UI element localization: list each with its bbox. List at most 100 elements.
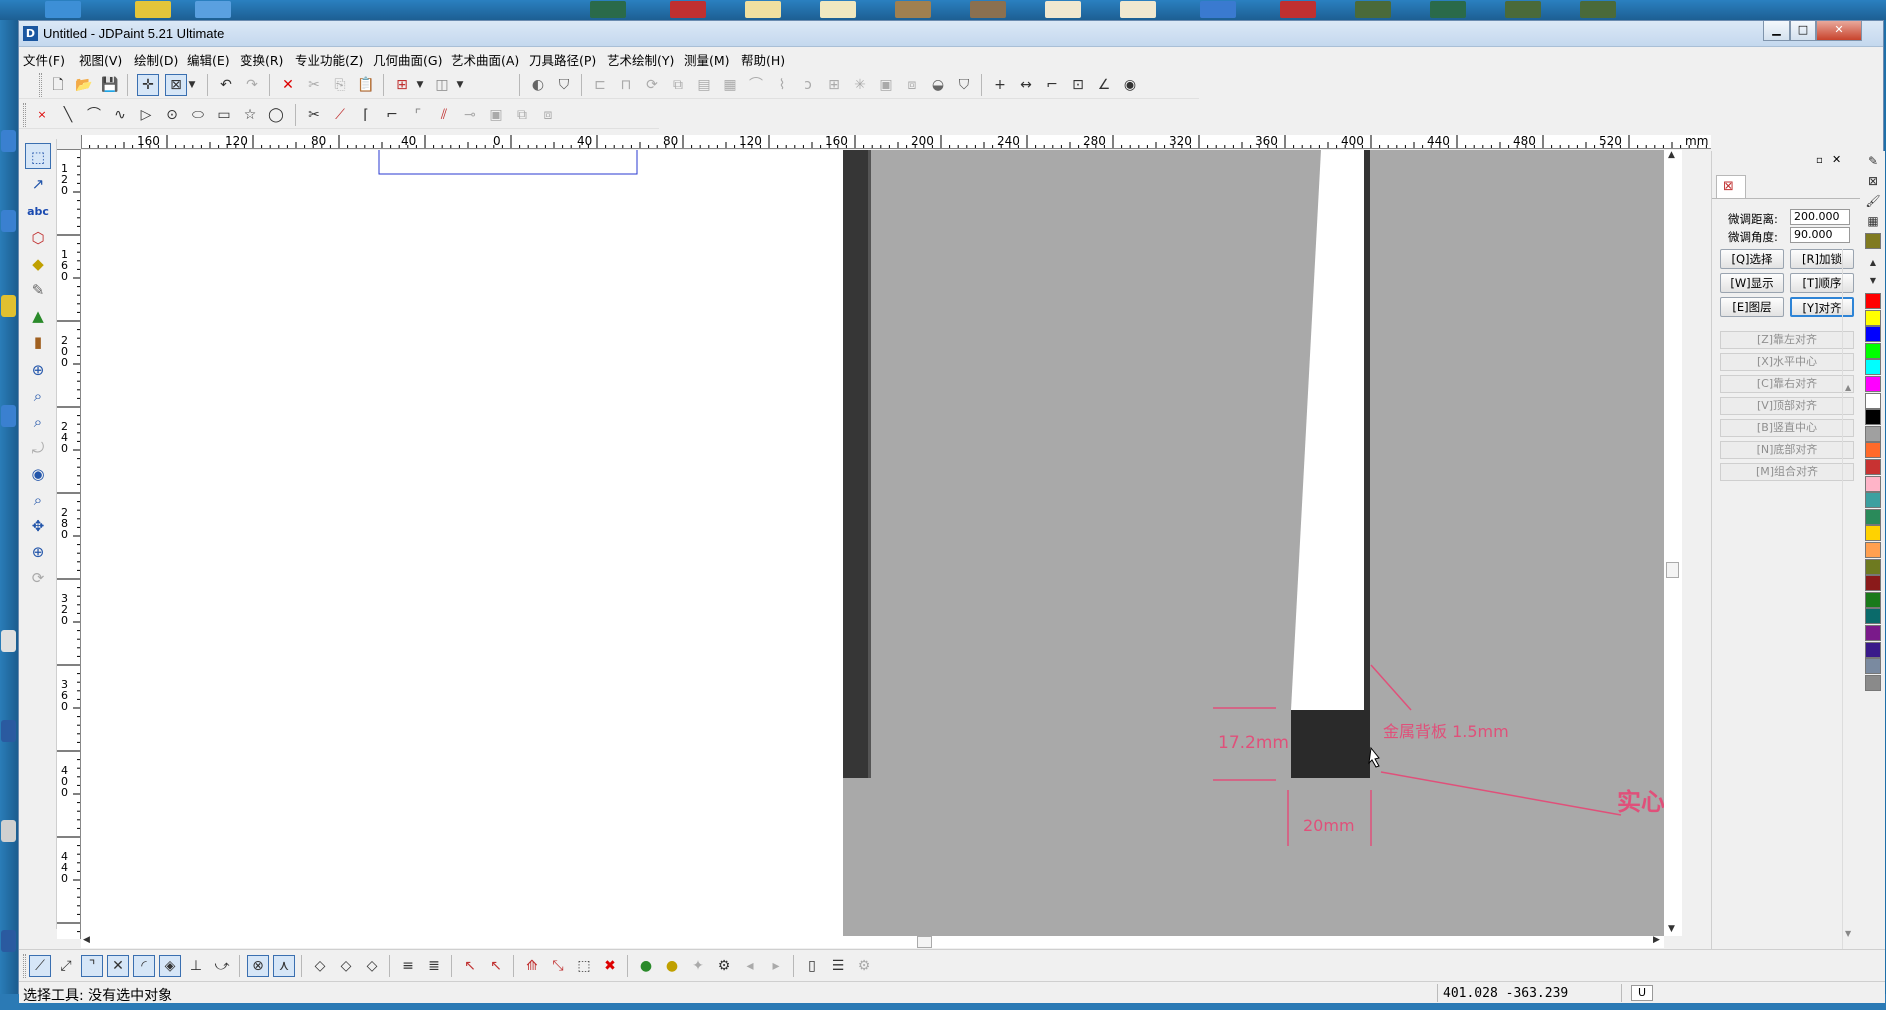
scrollbar-thumb[interactable]: [1666, 562, 1679, 578]
color-swatch[interactable]: [1865, 475, 1881, 492]
menu-file[interactable]: 文件(F): [23, 50, 65, 69]
color-swatch[interactable]: [1865, 442, 1881, 459]
display-button[interactable]: [W]显示: [1720, 273, 1784, 293]
desktop-app-icon[interactable]: [1430, 1, 1466, 18]
ruler-tool-icon[interactable]: ▮: [25, 329, 51, 355]
dimension-icon[interactable]: ↔: [1015, 74, 1037, 96]
panel-close-icon[interactable]: ✕: [1832, 153, 1841, 166]
toolbar-grip[interactable]: [39, 73, 42, 97]
snap-intersect-icon[interactable]: ✕: [107, 955, 129, 977]
settings-icon[interactable]: ⚙: [853, 955, 875, 977]
menu-art-surface[interactable]: 艺术曲面(A): [451, 50, 519, 69]
circle-icon[interactable]: ⊙: [161, 104, 183, 126]
color-swatch[interactable]: [1865, 575, 1881, 592]
color-swatch[interactable]: [1865, 658, 1881, 675]
align-combined-button[interactable]: [M]组合对齐: [1720, 463, 1854, 481]
desktop-app-icon[interactable]: [1, 130, 16, 152]
color-swatch[interactable]: [1865, 508, 1881, 525]
color-swatch[interactable]: [1865, 326, 1881, 343]
deselect-icon[interactable]: ↖: [459, 955, 481, 977]
title-bar[interactable]: D Untitled - JDPaint 5.21 Ultimate ▁ □ ✕: [19, 21, 1883, 47]
toolbar-grip[interactable]: [23, 103, 26, 127]
curve-icon[interactable]: ⌒: [745, 74, 767, 96]
star-icon[interactable]: ☆: [239, 104, 261, 126]
desktop-app-icon[interactable]: [745, 1, 781, 18]
align-bottom-button[interactable]: [N]底部对齐: [1720, 441, 1854, 459]
color-swatch[interactable]: [1865, 425, 1881, 442]
gear-icon[interactable]: ⚙: [713, 955, 735, 977]
zoom-in-icon[interactable]: ⌕: [25, 383, 51, 409]
desktop-app-icon[interactable]: [1, 630, 16, 652]
color-swatch[interactable]: [1865, 459, 1881, 475]
array-icon[interactable]: ▦: [719, 74, 741, 96]
desktop-app-icon[interactable]: [1355, 1, 1391, 18]
desktop-app-icon[interactable]: [1, 210, 16, 232]
color-swatch[interactable]: [1865, 542, 1881, 558]
rectangle-icon[interactable]: ▭: [213, 104, 235, 126]
layer-icon[interactable]: ≣: [423, 955, 445, 977]
color-swatch[interactable]: [1865, 492, 1881, 509]
desktop-app-icon[interactable]: [1, 405, 16, 427]
scroll-up-icon[interactable]: ▲: [1865, 255, 1881, 271]
view-3d-icon[interactable]: ◫: [431, 74, 453, 96]
node-diamond-icon[interactable]: ◇: [309, 955, 331, 977]
scroll-down-icon[interactable]: ▼: [1845, 929, 1851, 938]
menu-toolpath[interactable]: 刀具路径(P): [529, 50, 596, 69]
angle-icon[interactable]: ∠: [1093, 74, 1115, 96]
shield-icon[interactable]: ⛉: [953, 74, 975, 96]
panel-tab[interactable]: ⊠: [1716, 175, 1746, 199]
color-swatch[interactable]: [1865, 359, 1881, 376]
menu-help[interactable]: 帮助(H): [741, 50, 785, 69]
color-swatch[interactable]: [1865, 608, 1881, 625]
bulb-icon[interactable]: ●: [661, 955, 683, 977]
pan-icon[interactable]: ✥: [25, 513, 51, 539]
snap-corner-icon[interactable]: ⌝: [81, 955, 103, 977]
fine-distance-input[interactable]: 200.000: [1790, 209, 1850, 225]
select-button[interactable]: [Q]选择: [1720, 249, 1784, 269]
book-icon[interactable]: ▯: [801, 955, 823, 977]
tool-icon[interactable]: ⬚: [573, 955, 595, 977]
color-swatch[interactable]: [1865, 293, 1881, 309]
desktop-app-icon[interactable]: [135, 1, 171, 18]
desktop-app-icon[interactable]: [1, 295, 16, 317]
align-left-button[interactable]: [Z]靠左对齐: [1720, 331, 1854, 349]
join-icon[interactable]: ⫽: [433, 104, 455, 126]
zoom-all-icon[interactable]: ⌕: [25, 487, 51, 513]
point-icon[interactable]: +: [989, 74, 1011, 96]
grid-icon[interactable]: ⊞: [823, 74, 845, 96]
tool-icon[interactable]: ⟰: [521, 955, 543, 977]
grid-icon[interactable]: ⊞: [391, 74, 413, 96]
offset-icon[interactable]: ▣: [485, 104, 507, 126]
arrow-left-icon[interactable]: ◂: [739, 955, 761, 977]
color-swatch[interactable]: [1865, 625, 1881, 641]
scroll-down-icon[interactable]: ▼: [1668, 924, 1675, 934]
pen-tool-icon[interactable]: ✎: [25, 277, 51, 303]
layer-icon[interactable]: ≡: [397, 955, 419, 977]
mirror-icon[interactable]: ⧉: [667, 74, 689, 96]
color-swatch[interactable]: [1865, 392, 1881, 409]
scroll-up-icon[interactable]: ▲: [1845, 383, 1851, 392]
menu-transform[interactable]: 变换(R): [240, 50, 283, 69]
paste-icon[interactable]: 📋: [355, 74, 377, 96]
delete-icon[interactable]: ✕: [277, 74, 299, 96]
desktop-app-icon[interactable]: [1200, 1, 1236, 18]
snap-nearest-icon[interactable]: ⤻: [211, 955, 233, 977]
save-icon[interactable]: 💾: [99, 74, 121, 96]
menu-view[interactable]: 视图(V): [79, 50, 122, 69]
polyline-icon[interactable]: ▷: [135, 104, 157, 126]
shade-icon[interactable]: ◐: [527, 74, 549, 96]
snap-line-icon[interactable]: ⟋: [29, 955, 51, 977]
snap-tangent-icon[interactable]: ◜: [133, 955, 155, 977]
grid-icon[interactable]: ▦: [1865, 213, 1881, 229]
array-icon[interactable]: ▤: [693, 74, 715, 96]
list-icon[interactable]: ☰: [827, 955, 849, 977]
desktop-app-icon[interactable]: [1, 720, 16, 742]
shield-icon[interactable]: ⛉: [553, 74, 575, 96]
align-top-button[interactable]: [V]顶部对齐: [1720, 397, 1854, 415]
desktop-app-icon[interactable]: [970, 1, 1006, 18]
chamfer-icon[interactable]: ⌐: [381, 104, 403, 126]
drawing-canvas[interactable]: 17.2mm 金属背板 1.5mm 20mm 实心金: [81, 150, 1682, 936]
desktop-app-icon[interactable]: [1, 820, 16, 842]
node-icon[interactable]: ⧈: [537, 104, 559, 126]
desktop-app-icon[interactable]: [1580, 1, 1616, 18]
